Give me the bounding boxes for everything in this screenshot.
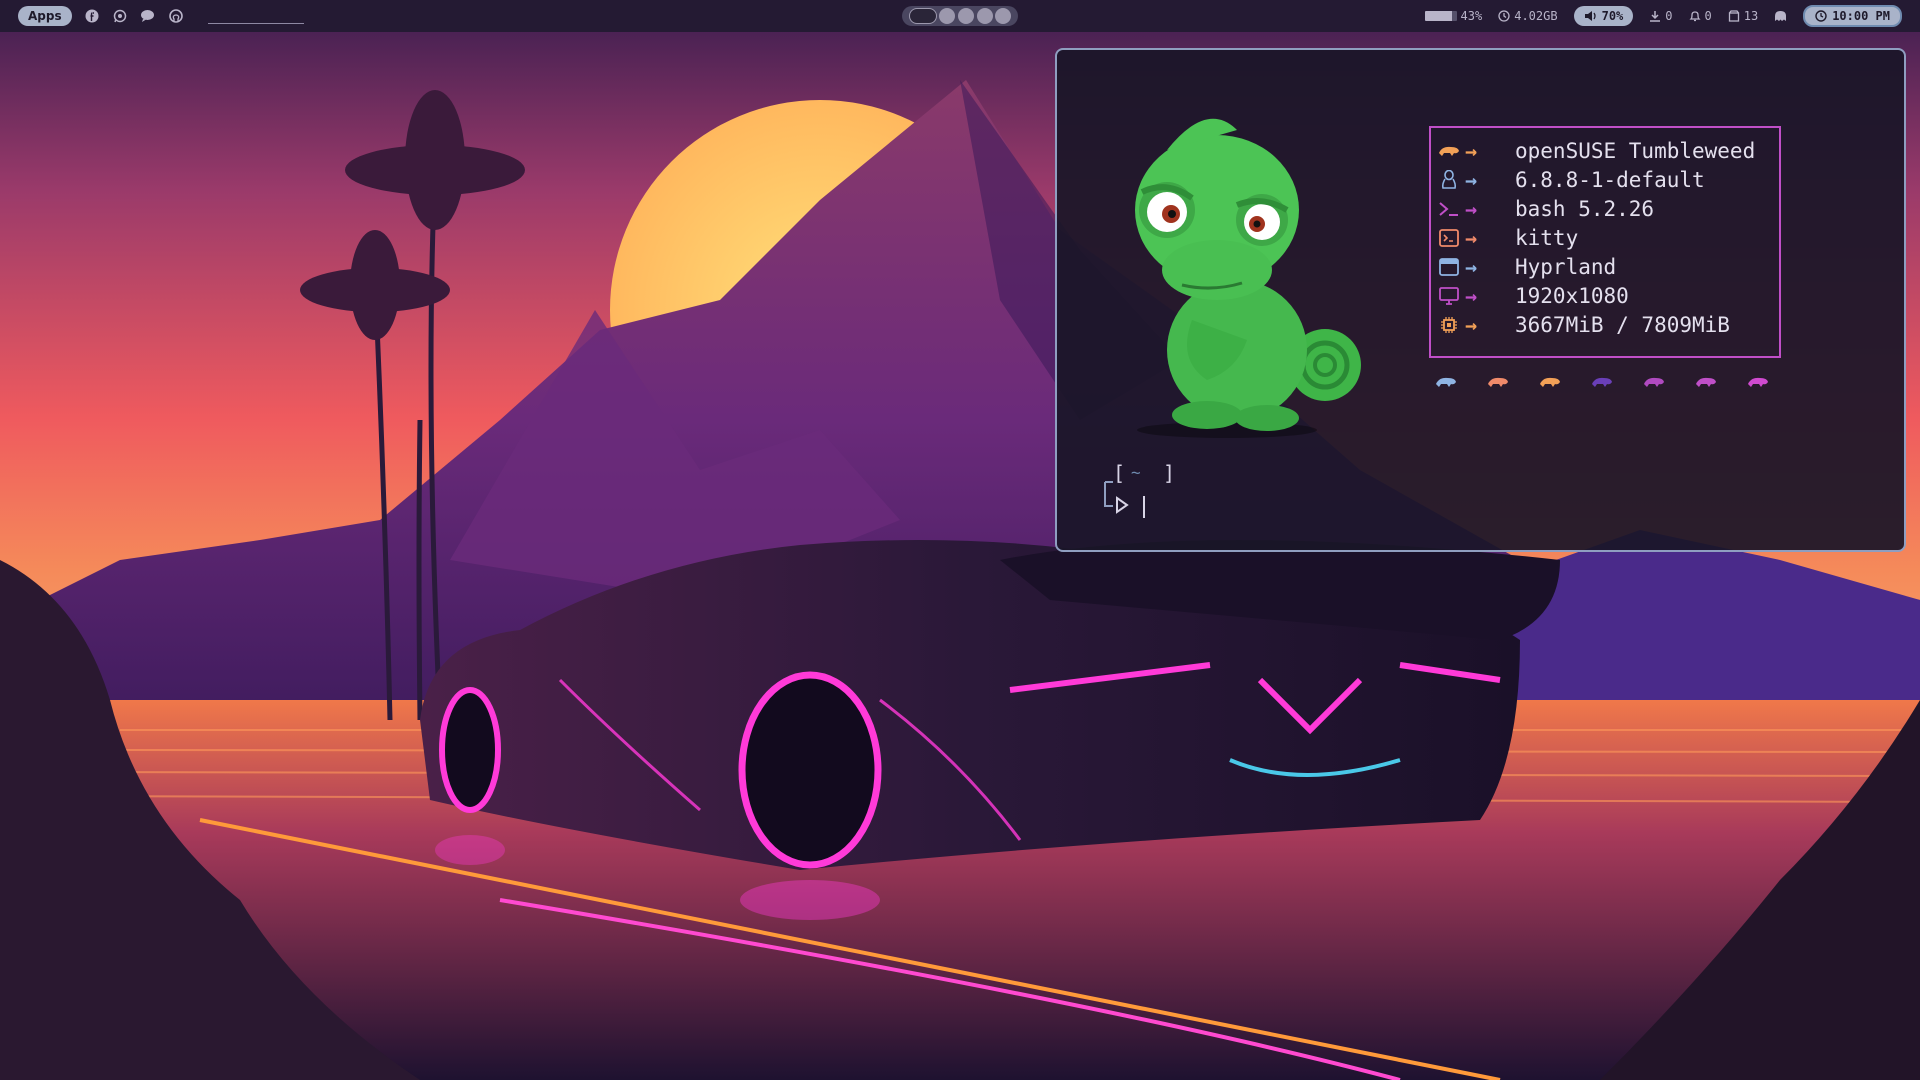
workspace-3-button[interactable]: [957, 8, 974, 24]
chameleon-logo-image: [1135, 118, 1361, 438]
shell-prompt-icon: [1437, 197, 1461, 221]
palette-color-4: [1592, 377, 1612, 387]
info-arrow: →: [1465, 283, 1478, 308]
info-row-wm: → Hyprland: [1429, 252, 1616, 281]
info-arrow: →: [1465, 167, 1478, 192]
info-row-os: → openSUSE Tumbleweed: [1429, 136, 1755, 165]
info-arrow: →: [1465, 196, 1478, 221]
chat-icon[interactable]: [140, 8, 156, 24]
info-terminal: kitty: [1515, 225, 1579, 250]
updates-indicator[interactable]: 13: [1728, 9, 1758, 23]
clock-icon: [1815, 10, 1827, 22]
apps-button[interactable]: Apps: [18, 6, 72, 26]
shell-prompt[interactable]: [ ~ ]: [1091, 460, 1211, 520]
info-row-terminal: → kitty: [1429, 223, 1578, 252]
top-bar-left: Apps: [18, 0, 304, 32]
info-shell: bash 5.2.26: [1515, 196, 1655, 221]
terminal-icon: [1437, 226, 1461, 250]
info-arrow: →: [1465, 138, 1478, 163]
github-icon[interactable]: [168, 8, 184, 24]
download-icon: [1650, 11, 1661, 22]
info-arrow: →: [1465, 225, 1478, 250]
prompt-bracket-open: [: [1113, 461, 1125, 485]
info-kernel: 6.8.8-1-default: [1515, 167, 1705, 192]
color-palette: [1435, 376, 1769, 388]
palette-color-6: [1696, 377, 1716, 387]
prompt-bracket-close: ]: [1163, 461, 1175, 485]
info-row-resolution: → 1920x1080: [1429, 281, 1629, 310]
volume-control[interactable]: 70%: [1573, 6, 1634, 26]
palette-color-5: [1644, 377, 1664, 387]
info-arrow: →: [1465, 312, 1478, 337]
info-memory: 3667MiB / 7809MiB: [1515, 312, 1730, 337]
text-cursor: [1143, 496, 1145, 518]
workspace-1-button[interactable]: [908, 8, 937, 24]
info-wm: Hyprland: [1515, 254, 1617, 279]
workspace-5-button[interactable]: [995, 8, 1012, 24]
notifications-count: 0: [1704, 9, 1712, 23]
disk-usage: 4.02GB: [1514, 9, 1558, 23]
info-row-shell: → bash 5.2.26: [1429, 194, 1654, 223]
info-resolution: 1920x1080: [1515, 283, 1629, 308]
notifications-indicator[interactable]: 0: [1688, 9, 1712, 23]
memory-indicator[interactable]: 43%: [1424, 9, 1483, 23]
top-bar-right: 43% 4.02GB 70% 0 0 13 10:00 PM: [1424, 0, 1902, 32]
prompt-directory: ~: [1131, 463, 1141, 482]
package-icon: [1728, 10, 1739, 22]
window-title-placeholder: [207, 9, 304, 24]
palette-color-1: [1436, 377, 1456, 387]
clock-time: 10:00 PM: [1832, 9, 1890, 23]
workspace-switcher: [902, 6, 1018, 26]
downloads-count: 0: [1665, 9, 1673, 23]
chip-icon: [1437, 313, 1461, 337]
workspace-4-button[interactable]: [976, 8, 993, 24]
disk-icon: [1498, 10, 1510, 22]
disk-indicator[interactable]: 4.02GB: [1498, 9, 1558, 23]
info-row-kernel: → 6.8.8-1-default: [1429, 165, 1705, 194]
facebook-icon[interactable]: [84, 8, 100, 24]
ghost-menu[interactable]: [1774, 10, 1787, 22]
info-row-memory: → 3667MiB / 7809MiB: [1429, 310, 1730, 339]
info-arrow: →: [1465, 254, 1478, 279]
window-icon: [1437, 255, 1461, 279]
monitor-icon: [1437, 284, 1461, 308]
workspace-2-button[interactable]: [939, 8, 956, 24]
info-os: openSUSE Tumbleweed: [1515, 138, 1756, 163]
ghost-icon: [1775, 11, 1787, 21]
whatsapp-icon[interactable]: [112, 8, 128, 24]
terminal-window-kitty[interactable]: → openSUSE Tumbleweed → 6.8.8-1-default …: [1055, 48, 1906, 552]
palette-color-7: [1748, 377, 1768, 387]
updates-count: 13: [1743, 9, 1759, 23]
bell-icon: [1688, 11, 1701, 22]
palette-color-2: [1488, 377, 1508, 387]
clock[interactable]: 10:00 PM: [1803, 5, 1902, 27]
fetch-info: → openSUSE Tumbleweed → 6.8.8-1-default …: [1429, 126, 1781, 358]
linux-tux-icon: [1437, 168, 1461, 192]
memory-percent: 43%: [1460, 9, 1483, 23]
volume-percent: 70%: [1601, 9, 1624, 23]
palette-color-3: [1540, 377, 1560, 387]
prompt-arrow-icon: [1116, 496, 1129, 514]
opensuse-chameleon-icon: [1437, 139, 1461, 163]
downloads-indicator[interactable]: 0: [1649, 9, 1673, 23]
speaker-icon: [1584, 11, 1596, 21]
top-bar: Apps 43% 4.02GB 70% 0 0 13 10:00 PM: [0, 0, 1920, 32]
memory-bars-icon: [1424, 11, 1457, 21]
